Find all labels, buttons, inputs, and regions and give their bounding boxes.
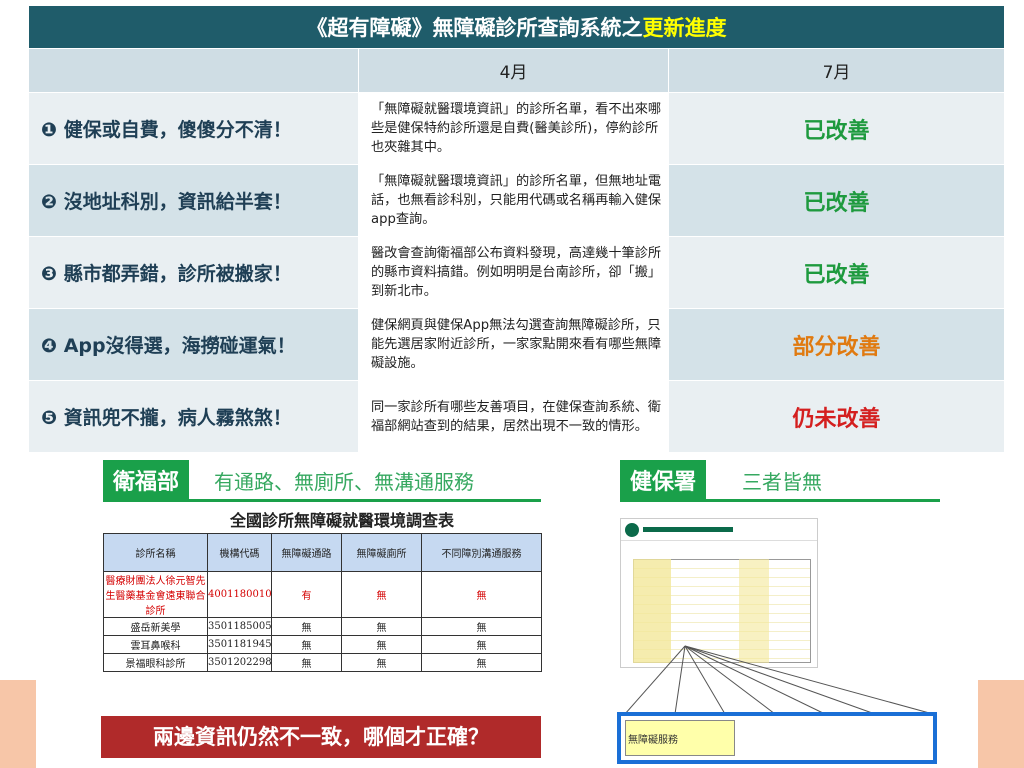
table-row: ❸ 縣市都弄錯，診所被搬家！ 醫改會查詢衛福部公布資料發現，高達幾十筆診所的縣市… bbox=[28, 236, 1006, 309]
table-row: ❹ App沒得選，海撈碰運氣！ 健保網頁與健保App無法勾選查詢無障礙診所，只能… bbox=[28, 308, 1006, 381]
header-bar bbox=[643, 527, 733, 532]
table-row: ❷ 沒地址科別，資訊給半套！ 「無障礙就醫環境資訊」的診所名單，但無地址電話，也… bbox=[28, 164, 1006, 237]
status-label: 已改善 bbox=[667, 164, 1006, 237]
decorative-block-left bbox=[0, 680, 36, 768]
table-row: ❺ 資訊兜不攏，病人霧煞煞！ 同一家診所有哪些友善項目，在健保查詢系統、衛福部網… bbox=[28, 380, 1006, 453]
survey-row: 盛岳新美學 3501185005 無 無 無 bbox=[103, 617, 542, 636]
survey-cell: 無 bbox=[421, 617, 542, 636]
survey-cell: 醫療財團法人徐元智先生醫藥基金會遠東聯合診所 bbox=[103, 571, 208, 618]
survey-cell: 有 bbox=[271, 571, 342, 618]
survey-title: 全國診所無障礙就醫環境調查表 bbox=[230, 511, 455, 530]
issue-description: 健保網頁與健保App無法勾選查詢無障礙診所，只能先選居家附近診所，一家家點開來看… bbox=[358, 308, 669, 381]
screenshot-header bbox=[621, 519, 817, 541]
header-empty bbox=[28, 48, 359, 93]
survey-cell: 雲耳鼻喉科 bbox=[103, 635, 208, 654]
issue-label: ❶ 健保或自費，傻傻分不清！ bbox=[28, 92, 359, 165]
survey-cell: 無 bbox=[421, 653, 542, 672]
conclusion-banner: 兩邊資訊仍然不一致，哪個才正確？ bbox=[101, 716, 541, 758]
survey-header: 無障礙通路 bbox=[271, 533, 342, 572]
survey-cell: 無 bbox=[341, 571, 422, 618]
decorative-block-right bbox=[978, 680, 1024, 768]
status-label: 已改善 bbox=[667, 92, 1006, 165]
issue-label: ❷ 沒地址科別，資訊給半套！ bbox=[28, 164, 359, 237]
issue-label: ❸ 縣市都弄錯，診所被搬家！ bbox=[28, 236, 359, 309]
progress-table: 《超有障礙》無障礙診所查詢系統之更新進度 4月 7月 ❶ 健保或自費，傻傻分不清… bbox=[27, 5, 1006, 453]
title-prefix: 《超有障礙》無障礙診所查詢系統之 bbox=[306, 16, 643, 40]
status-label: 仍未改善 bbox=[667, 380, 1006, 453]
nhia-summary: 三者皆無 bbox=[742, 470, 822, 494]
header-row: 4月 7月 bbox=[28, 48, 1006, 93]
issue-description: 「無障礙就醫環境資訊」的診所名單，但無地址電話，也無看診科別，只能用代碼或名稱再… bbox=[358, 164, 669, 237]
survey-cell: 無 bbox=[421, 571, 542, 618]
divider-line bbox=[103, 499, 541, 502]
survey-header-row: 診所名稱 機構代碼 無障礙通路 無障礙廁所 不同障別溝通服務 bbox=[103, 533, 542, 572]
survey-header: 機構代碼 bbox=[207, 533, 272, 572]
survey-header: 不同障別溝通服務 bbox=[421, 533, 542, 572]
issue-description: 同一家診所有哪些友善項目，在健保查詢系統、衛福部網站查到的結果，居然出現不一致的… bbox=[358, 380, 669, 453]
status-label: 部分改善 bbox=[667, 308, 1006, 381]
title-highlight: 更新進度 bbox=[642, 16, 727, 40]
survey-table: 診所名稱 機構代碼 無障礙通路 無障礙廁所 不同障別溝通服務 醫療財團法人徐元智… bbox=[103, 533, 542, 672]
survey-row: 雲耳鼻喉科 3501181945 無 無 無 bbox=[103, 635, 542, 654]
title-row: 《超有障礙》無障礙診所查詢系統之更新進度 bbox=[27, 5, 1006, 49]
status-label: 已改善 bbox=[667, 236, 1006, 309]
survey-header: 無障礙廁所 bbox=[341, 533, 422, 572]
issue-label: ❺ 資訊兜不攏，病人霧煞煞！ bbox=[28, 380, 359, 453]
survey-cell: 無 bbox=[271, 617, 342, 636]
header-july: 7月 bbox=[667, 48, 1006, 93]
survey-cell: 3501185005 bbox=[207, 617, 272, 636]
slide-title: 《超有障礙》無障礙診所查詢系統之更新進度 bbox=[27, 5, 1006, 49]
zoom-callout: 無障礙服務 bbox=[617, 712, 937, 764]
survey-cell: 無 bbox=[421, 635, 542, 654]
survey-cell: 無 bbox=[271, 653, 342, 672]
nhia-badge: 健保署 bbox=[620, 460, 707, 500]
zoom-cell-label: 無障礙服務 bbox=[625, 720, 735, 756]
survey-cell: 無 bbox=[341, 635, 422, 654]
callout-lines bbox=[624, 645, 934, 715]
survey-cell: 3501181945 bbox=[207, 635, 272, 654]
issue-description: 醫改會查詢衛福部公布資料發現，高達幾十筆診所的縣市資料搞錯。例如明明是台南診所，… bbox=[358, 236, 669, 309]
survey-header: 診所名稱 bbox=[103, 533, 208, 572]
nhia-logo-icon bbox=[625, 523, 639, 537]
survey-row: 景福眼科診所 3501202298 無 無 無 bbox=[103, 653, 542, 672]
survey-cell: 盛岳新美學 bbox=[103, 617, 208, 636]
mohw-badge: 衛福部 bbox=[103, 460, 190, 500]
issue-description: 「無障礙就醫環境資訊」的診所名單，看不出來哪些是健保特約診所還是自費(醫美診所)… bbox=[358, 92, 669, 165]
survey-cell: 無 bbox=[271, 635, 342, 654]
table-row: ❶ 健保或自費，傻傻分不清！ 「無障礙就醫環境資訊」的診所名單，看不出來哪些是健… bbox=[28, 92, 1006, 165]
survey-row: 醫療財團法人徐元智先生醫藥基金會遠東聯合診所 4001180010 有 無 無 bbox=[103, 571, 542, 618]
header-april: 4月 bbox=[358, 48, 669, 93]
mohw-summary: 有通路、無廁所、無溝通服務 bbox=[214, 470, 474, 494]
slide: 《超有障礙》無障礙診所查詢系統之更新進度 4月 7月 ❶ 健保或自費，傻傻分不清… bbox=[0, 0, 1024, 768]
survey-cell: 景福眼科診所 bbox=[103, 653, 208, 672]
survey-cell: 4001180010 bbox=[207, 571, 272, 618]
survey-cell: 無 bbox=[341, 617, 422, 636]
divider-line bbox=[620, 499, 940, 502]
survey-cell: 3501202298 bbox=[207, 653, 272, 672]
survey-cell: 無 bbox=[341, 653, 422, 672]
issue-label: ❹ App沒得選，海撈碰運氣！ bbox=[28, 308, 359, 381]
